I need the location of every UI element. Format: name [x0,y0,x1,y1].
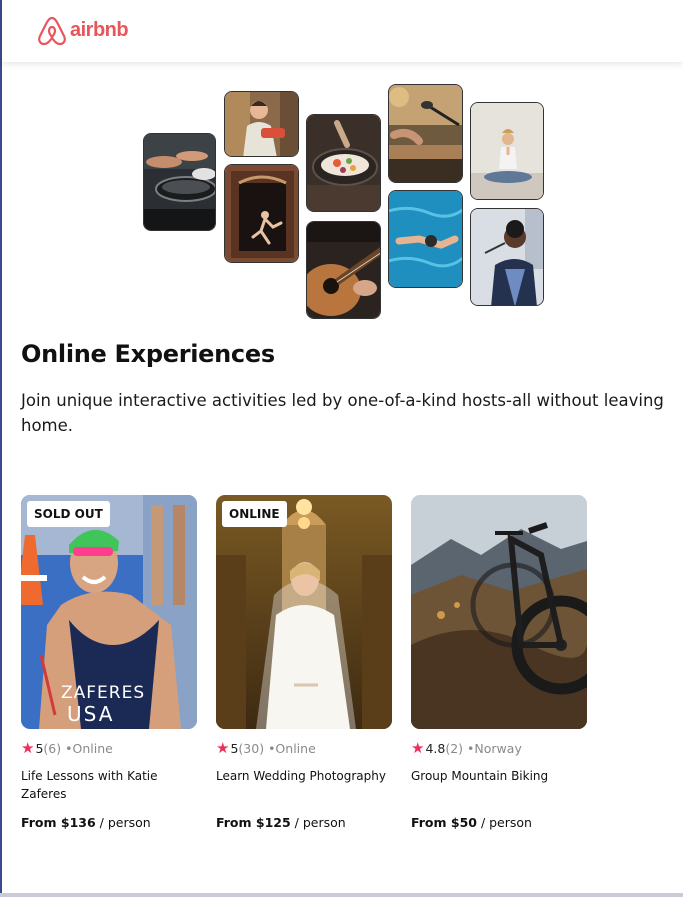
price-amount: From $125 [216,815,291,830]
yoga-photo [470,102,544,200]
status-badge: ONLINE [222,501,287,527]
guitar-photo [306,221,381,319]
star-icon: ★ [411,739,425,757]
star-icon: ★ [21,739,35,757]
price-amount: From $50 [411,815,477,830]
status-badge: SOLD OUT [27,501,110,527]
location: •Norway [467,740,522,756]
card-stats: ★ 5 (6) •Online [21,739,113,757]
performer-photo [470,208,544,306]
svg-text:USA: USA [67,702,114,726]
price-unit: / person [95,815,151,830]
experience-card[interactable]: ONLINE ★ 5 (30) •Online Learn Wedding Ph… [216,495,392,830]
rating-value: 4.8 [425,740,446,756]
singer-mic-photo [388,84,463,183]
section-title: Online Experiences [21,340,275,368]
card-title[interactable]: Learn Wedding Photography [216,767,392,785]
card-title[interactable]: Group Mountain Biking [411,767,587,785]
experience-card[interactable]: ★ 4.8 (2) •Norway Group Mountain Biking … [411,495,587,830]
svg-text:ZAFERES: ZAFERES [61,683,145,703]
card-photo-bride: ONLINE [216,495,392,729]
swimmer-photo [388,190,463,288]
brand-name: airbnb [70,18,129,41]
navbar: airbnb [2,0,683,62]
card-stats: ★ 5 (30) •Online [216,739,316,757]
card-stats: ★ 4.8 (2) •Norway [411,739,522,757]
food-bowl-photo [306,114,381,212]
chef-photo [224,91,299,157]
window-frame-bottom [0,893,683,897]
review-count: (30) [238,740,265,756]
card-price: From $136 / person [21,815,151,830]
experience-card[interactable]: ZAFERES USA SOLD OUT ★ 5 (6) •Online Lif… [21,495,197,830]
card-photo-mountain-bike [411,495,587,729]
window-frame-left [0,0,2,897]
rating-value: 5 [230,740,239,756]
review-count: (6) [43,740,62,756]
review-count: (2) [445,740,464,756]
card-price: From $125 / person [216,815,346,830]
price-unit: / person [290,815,346,830]
dancer-photo [224,164,299,263]
airbnb-logo[interactable]: airbnb [37,14,129,46]
card-photo-triathlete: ZAFERES USA SOLD OUT [21,495,197,729]
rating-value: 5 [35,740,44,756]
card-price: From $50 / person [411,815,532,830]
price-unit: / person [476,815,532,830]
location: •Online [268,740,316,756]
section-subtitle: Join unique interactive activities led b… [21,391,664,435]
location: •Online [65,740,113,756]
star-icon: ★ [216,739,230,757]
price-amount: From $136 [21,815,96,830]
cooking-photo [143,133,216,231]
airbnb-logo-icon [38,16,66,46]
card-title[interactable]: Life Lessons with Katie Zaferes [21,767,197,803]
